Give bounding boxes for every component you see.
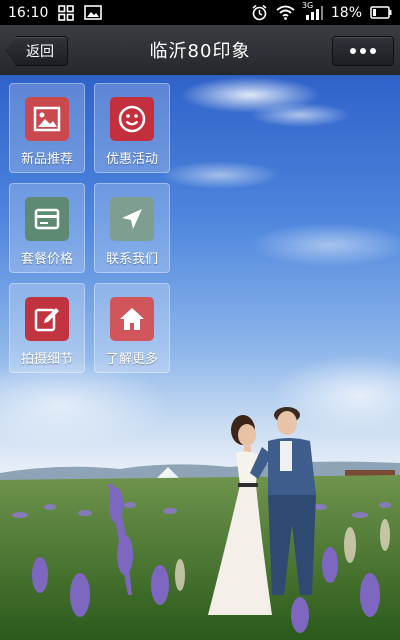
picture-icon <box>84 5 103 20</box>
menu-tile-label: 联系我们 <box>105 252 158 267</box>
page-title: 临沂80印象 <box>149 41 251 62</box>
grid-icon <box>58 4 75 21</box>
menu-tile-label: 新品推荐 <box>20 152 73 167</box>
menu-tile-learn-more[interactable]: 了解更多 <box>94 283 170 373</box>
navigation-arrow-icon <box>110 197 154 241</box>
smiley-icon <box>110 97 154 141</box>
menu-tile-contact-us[interactable]: 联系我们 <box>94 183 170 273</box>
home-icon <box>110 297 154 341</box>
network-type-label: 3G <box>301 1 314 10</box>
more-options-button[interactable] <box>332 36 394 66</box>
back-button[interactable]: 返回 <box>6 36 68 66</box>
battery-percent: 18% <box>330 4 362 21</box>
alarm-icon <box>251 4 268 21</box>
image-icon <box>25 97 69 141</box>
menu-tile-label: 套餐价格 <box>20 252 73 267</box>
battery-icon <box>370 6 392 19</box>
more-dot-icon <box>370 48 376 54</box>
back-button-label: 返回 <box>26 44 54 60</box>
menu-tile-new-products[interactable]: 新品推荐 <box>9 83 85 173</box>
menu-tile-label: 优惠活动 <box>105 152 158 167</box>
more-dot-icon <box>360 48 366 54</box>
more-dot-icon <box>350 48 356 54</box>
menu-tile-package-prices[interactable]: 套餐价格 <box>9 183 85 273</box>
menu-tile-shooting-details[interactable]: 拍摄细节 <box>9 283 85 373</box>
card-icon <box>25 197 69 241</box>
status-bar: 16:10 3G 18% <box>0 0 400 25</box>
edit-icon <box>25 297 69 341</box>
signal-icon: 3G <box>302 1 323 20</box>
menu-tile-label: 了解更多 <box>105 352 158 367</box>
menu-tile-promotions[interactable]: 优惠活动 <box>94 83 170 173</box>
status-time: 16:10 <box>8 4 49 21</box>
title-bar: 返回 临沂80印象 <box>0 25 400 76</box>
wifi-icon <box>276 5 295 20</box>
menu-tile-label: 拍摄细节 <box>20 352 73 367</box>
